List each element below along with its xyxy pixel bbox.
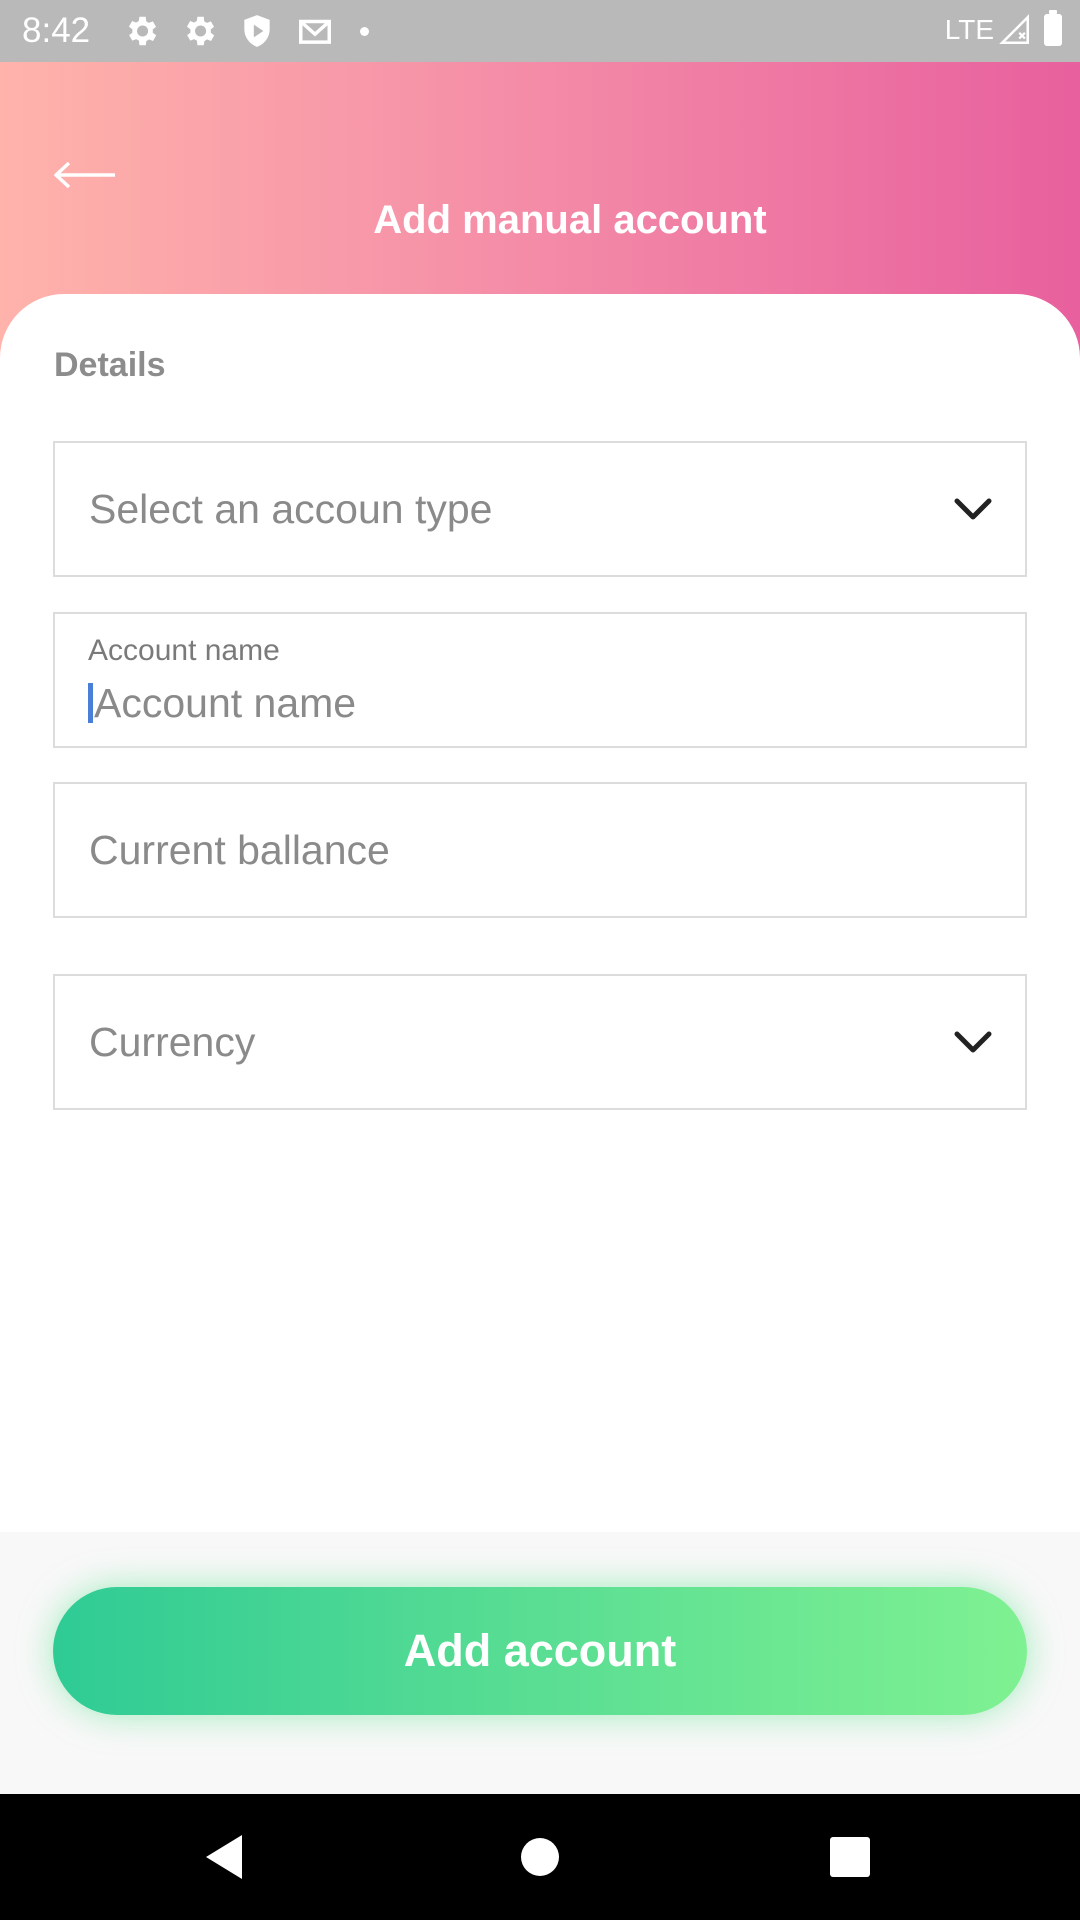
settings-icon: [128, 16, 157, 46]
chevron-down-icon: [954, 498, 992, 520]
arrow-left-icon: [54, 161, 115, 189]
status-bar: 8:42 LTE: [0, 0, 1080, 62]
account-name-placeholder: Account name: [94, 680, 357, 726]
battery-icon: [1044, 10, 1062, 46]
page-title: Add manual account: [373, 198, 767, 242]
account-name-input[interactable]: Account name: [88, 678, 356, 728]
currency-placeholder: Currency: [89, 1019, 256, 1065]
status-time: 8:42: [22, 11, 91, 50]
text-caret: [88, 683, 93, 723]
shield-play-icon: [244, 15, 270, 47]
current-balance-placeholder: Current ballance: [89, 827, 390, 873]
section-label-details: Details: [54, 346, 166, 384]
signal-icon: [999, 14, 1030, 45]
add-account-button[interactable]: Add account: [53, 1587, 1027, 1715]
account-name-label: Account name: [88, 634, 280, 667]
account-type-placeholder: Select an accoun type: [89, 486, 493, 532]
mail-icon: [299, 19, 331, 44]
account-name-field[interactable]: Account name Account name: [53, 612, 1027, 748]
notification-icons: [122, 12, 369, 50]
status-right: LTE: [945, 10, 1062, 50]
home-nav-icon[interactable]: [512, 1829, 568, 1885]
account-type-select[interactable]: Select an accoun type: [53, 441, 1027, 577]
back-nav-icon[interactable]: [198, 1829, 254, 1885]
navigation-bar: [0, 1794, 1080, 1920]
chevron-down-icon: [954, 1031, 992, 1053]
currency-select[interactable]: Currency: [53, 974, 1027, 1110]
footer: Add account: [0, 1532, 1080, 1794]
form-card: Details Select an accoun type Account na…: [0, 294, 1080, 1532]
more-notifications-dot-icon: [360, 26, 369, 36]
network-type: LTE: [944, 14, 994, 45]
settings-icon: [186, 16, 215, 46]
current-balance-field[interactable]: Current ballance: [53, 782, 1027, 918]
recents-nav-icon[interactable]: [822, 1829, 878, 1885]
